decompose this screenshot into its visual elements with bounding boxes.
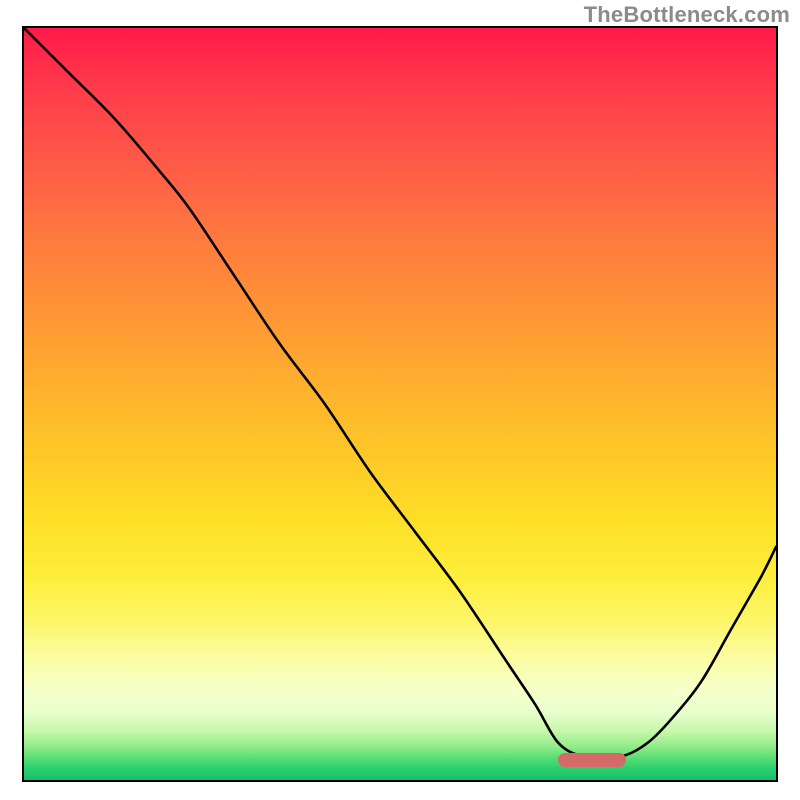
optimum-marker bbox=[558, 753, 626, 767]
bottleneck-curve bbox=[24, 28, 776, 758]
chart-container: TheBottleneck.com bbox=[0, 0, 800, 800]
curve-layer bbox=[24, 28, 776, 780]
watermark-text: TheBottleneck.com bbox=[584, 2, 790, 28]
plot-area bbox=[22, 26, 778, 782]
